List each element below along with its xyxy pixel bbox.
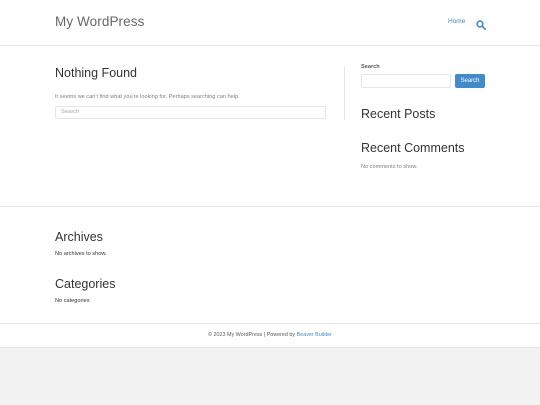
copyright-text: © 2023 My WordPress | Powered by	[208, 332, 296, 338]
recent-posts-title: Recent Posts	[361, 107, 436, 121]
site-header: My WordPress Home	[0, 0, 540, 46]
archives-text: No archives to show.	[55, 251, 107, 257]
site-title[interactable]: My WordPress	[55, 14, 144, 29]
categories-title: Categories	[55, 277, 116, 291]
nav-home-link[interactable]: Home	[448, 18, 465, 25]
main-search-input[interactable]: Search	[55, 106, 326, 119]
page: My WordPress Home Nothing Found It seems…	[0, 0, 540, 347]
beaver-builder-link[interactable]: Beaver Builder	[297, 332, 332, 338]
page-title: Nothing Found	[55, 66, 138, 80]
archives-title: Archives	[55, 230, 103, 244]
main-content: Nothing Found It seems we can't find wha…	[55, 66, 327, 119]
recent-comments-title: Recent Comments	[361, 141, 465, 155]
search-icon[interactable]	[476, 17, 487, 31]
search-widget-label: Search	[361, 64, 380, 70]
no-comments-text: No comments to show.	[361, 164, 418, 170]
content-divider	[344, 66, 345, 120]
footer-widgets: Archives No archives to show. Categories…	[0, 206, 540, 323]
page-bottom-area	[0, 347, 540, 405]
categories-text: No categories	[55, 298, 90, 304]
not-found-message: It seems we can't find what you're looki…	[55, 94, 240, 100]
sidebar: Search Search Recent Posts Recent Commen…	[361, 64, 485, 170]
footer-bar: © 2023 My WordPress | Powered by Beaver …	[0, 323, 540, 347]
sidebar-search-input[interactable]	[361, 74, 451, 88]
sidebar-search-form: Search	[361, 74, 485, 88]
sidebar-search-button[interactable]: Search	[455, 74, 485, 88]
